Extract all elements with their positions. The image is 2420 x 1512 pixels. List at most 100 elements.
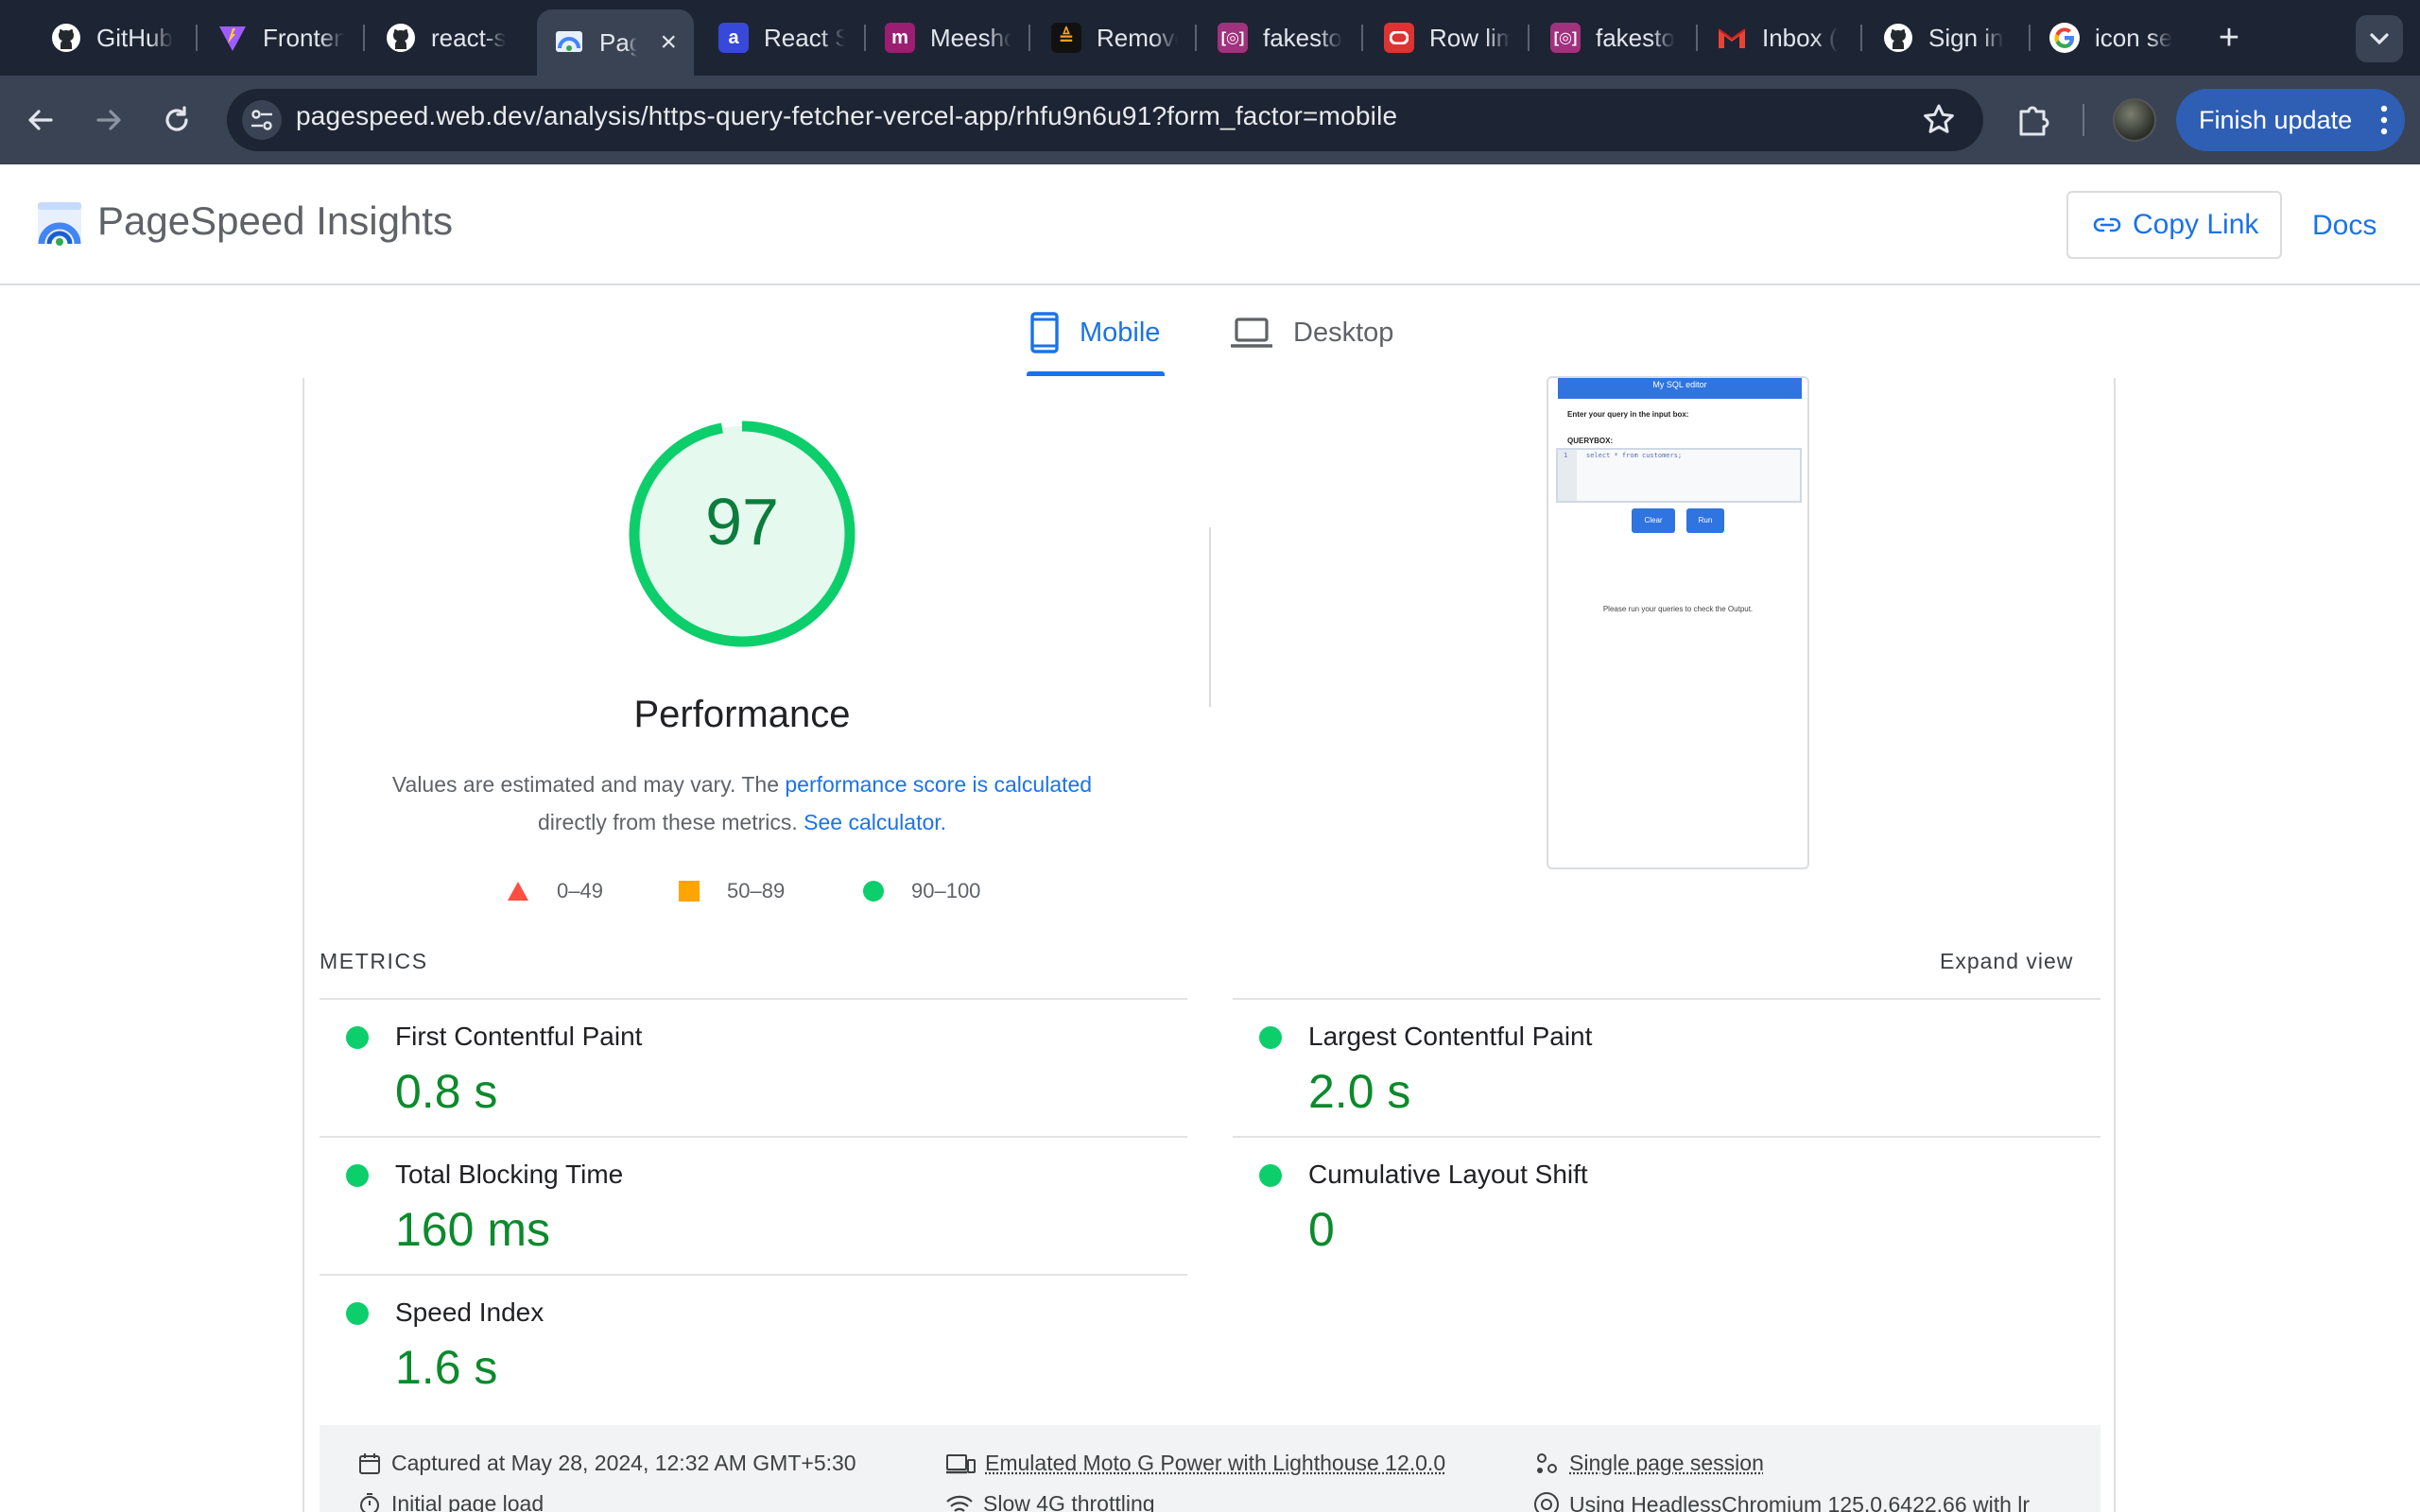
new-tab-button[interactable]: + [2208,17,2250,59]
metric-si-value: 1.6 s [395,1341,498,1394]
legend-pass: 90–100 [862,879,980,903]
docs-link[interactable]: Docs [2312,210,2377,242]
chevron-down-icon [2370,33,2389,45]
metric-lcp-value: 2.0 s [1308,1065,1411,1118]
status-good-icon [1259,1164,1282,1187]
reload-button[interactable] [155,98,199,142]
runtime-browser-text: Using HeadlessChromium 125.0.6422.66 wit… [1569,1491,2031,1512]
tab-react-s[interactable]: react-s [369,9,529,66]
tune-icon [251,110,272,130]
tab-mobile[interactable]: Mobile [1030,310,1160,355]
runtime-throttle[interactable]: Slow 4G throttling [945,1491,1155,1512]
tab-gmail-inbox[interactable]: Inbox ( [1700,9,1860,66]
triangle-fail-icon [508,882,528,901]
github-icon [51,23,81,53]
finish-update-button[interactable]: Finish update [2176,89,2405,151]
thumb-header: My SQL editor [1558,378,1802,399]
copy-link-button[interactable]: Copy Link [2066,191,2282,259]
tab-search-button[interactable] [2356,15,2403,62]
tab-separator [1195,25,1197,51]
tab-title: Meesho [930,23,1011,52]
tab-title: icon se [2095,23,2173,52]
tab-title: React S [764,23,845,52]
tab-meesho[interactable]: m Meesho [868,9,1028,66]
back-button[interactable] [19,98,62,142]
tab-separator [2029,25,2031,51]
finish-update-label: Finish update [2199,105,2353,134]
arrow-left-icon [28,110,53,130]
tab-close-icon[interactable]: × [660,26,677,59]
status-good-icon [346,1164,369,1187]
tab-separator [864,25,866,51]
row-limit-icon [1384,23,1414,53]
tab-pagespeed-active[interactable]: PageSpeed × [537,9,694,76]
tab-row-limit[interactable]: Row lim [1367,9,1528,66]
runtime-device[interactable]: Emulated Moto G Power with Lighthouse 12… [945,1451,1445,1476]
more-vert-icon [2380,105,2388,135]
tab-sign-in[interactable]: Sign in [1866,9,2027,66]
tab-frontend[interactable]: Frontend [200,9,361,66]
tab-separator [1528,25,1530,51]
status-good-icon [1259,1026,1282,1049]
performance-title: Performance [633,694,851,735]
tab-github[interactable]: GitHub [34,9,195,66]
tab-title: fakesto [1596,23,1675,52]
runtime-throttle-text: Slow 4G throttling [983,1491,1155,1512]
metric-cls-name: Cumulative Layout Shift [1308,1160,1588,1189]
score-calculated-link[interactable]: performance score is calculated [785,772,1092,797]
thumb-code: select * from customers; [1586,452,1683,459]
runtime-captured: Captured at May 28, 2024, 12:32 AM GMT+5… [357,1451,856,1476]
divider [1233,998,2100,1000]
desc-text: Values are estimated and may vary. The [391,772,786,797]
tab-fakestore-2[interactable]: [◎] fakesto [1533,9,1694,66]
runtime-session-text: Single page session [1569,1451,1764,1475]
meesho-icon: m [885,23,915,53]
thumb-box-label: QUERYBOX: [1567,437,1614,445]
runtime-browser[interactable]: Using HeadlessChromium 125.0.6422.66 wit… [1533,1491,2063,1512]
site-info-button[interactable] [242,100,282,140]
legend-range: 50–89 [727,879,786,902]
thumb-run-button: Run [1686,508,1724,533]
toolbar-separator [2083,104,2084,136]
status-good-icon [346,1026,369,1049]
profile-avatar[interactable] [2113,98,2156,142]
tab-title: GitHub [96,23,173,52]
expand-view-button[interactable]: Expand view [1940,949,2073,974]
runtime-session[interactable]: Single page session [1533,1451,1764,1476]
legend-range: 90–100 [911,879,981,902]
forward-button[interactable] [87,98,130,142]
tab-react-docs[interactable]: a React S [701,9,862,66]
metric-fcp-name: First Contentful Paint [395,1022,643,1051]
extensions-puzzle-icon[interactable] [2012,98,2055,142]
wifi-icon [946,1495,973,1512]
divider [1233,1136,2100,1138]
performance-description: Values are estimated and may vary. The p… [359,765,1125,841]
metric-lcp-name: Largest Contentful Paint [1308,1022,1593,1051]
tab-icon-search[interactable]: icon se [2032,9,2193,66]
bookmark-star-icon[interactable] [1919,100,1959,140]
tab-fakestore-1[interactable]: [◎] fakesto [1201,9,1361,66]
runtime-device-text: Emulated Moto G Power with Lighthouse 12… [985,1451,1446,1475]
smartphone-icon [1030,312,1059,353]
calendar-icon [359,1452,380,1474]
runtime-load-text: Initial page load [391,1491,544,1512]
tab-desktop[interactable]: Desktop [1231,310,1393,355]
laptop-icon [1231,318,1272,348]
link-icon [2093,217,2121,232]
timer-icon [360,1492,379,1512]
google-icon [2049,23,2080,53]
metric-tbt-value: 160 ms [395,1203,550,1256]
tab-remove[interactable]: ≜ Remove [1034,9,1195,66]
see-calculator-link[interactable]: See calculator. [804,810,946,834]
tab-desktop-label: Desktop [1293,317,1394,348]
status-good-icon [346,1302,369,1325]
card-border-left [302,378,304,1512]
tab-separator [1696,25,1698,51]
reload-icon [165,106,188,131]
runtime-captured-text: Captured at May 28, 2024, 12:32 AM GMT+5… [391,1451,856,1475]
address-url[interactable]: pagespeed.web.dev/analysis/https-query-f… [296,101,1397,131]
tab-title: Remove [1097,23,1178,52]
card-border-right [2114,378,2116,1512]
square-average-icon [679,881,700,902]
tab-title: Frontend [263,23,344,52]
